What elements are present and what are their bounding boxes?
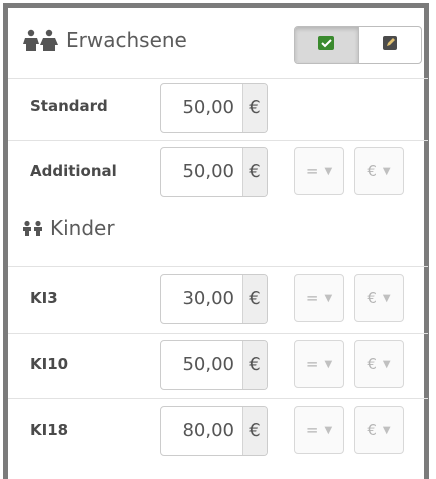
chevron-down-icon: ▼ xyxy=(324,292,333,304)
row-label-ki3: KI3 xyxy=(30,289,58,307)
section-title-children: Kinder xyxy=(22,216,115,240)
chevron-down-icon: ▼ xyxy=(324,424,333,436)
operator-select[interactable]: = ▼ xyxy=(294,340,344,388)
price-ki10[interactable]: 50,00 € xyxy=(160,340,268,390)
divider xyxy=(8,78,428,79)
currency-addon: € xyxy=(242,275,267,323)
price-standard[interactable]: 50,00 € xyxy=(160,83,268,133)
price-ki18[interactable]: 80,00 € xyxy=(160,406,268,456)
chevron-down-icon: ▼ xyxy=(382,292,391,304)
currency-addon: € xyxy=(242,148,267,196)
chevron-down-icon: ▼ xyxy=(324,358,333,370)
unit-select[interactable]: € ▼ xyxy=(354,147,404,195)
row-label-additional: Additional xyxy=(30,162,117,180)
price-ki3[interactable]: 30,00 € xyxy=(160,274,268,324)
section-title-children-label: Kinder xyxy=(50,216,115,240)
section-title-adults: Erwachsene xyxy=(22,28,187,52)
mode-toggle[interactable] xyxy=(294,26,422,64)
price-input[interactable]: 80,00 xyxy=(161,407,242,455)
chevron-down-icon: ▼ xyxy=(382,165,391,177)
price-additional[interactable]: 50,00 € xyxy=(160,147,268,197)
chevron-down-icon: ▼ xyxy=(382,424,391,436)
currency-addon: € xyxy=(242,84,267,132)
unit-select[interactable]: € ▼ xyxy=(354,274,404,322)
divider xyxy=(8,266,428,267)
row-label-ki18: KI18 xyxy=(30,421,69,439)
adults-icon xyxy=(22,29,60,51)
currency-addon: € xyxy=(242,407,267,455)
operator-select[interactable]: = ▼ xyxy=(294,406,344,454)
price-input[interactable]: 50,00 xyxy=(161,84,242,132)
row-label-ki10: KI10 xyxy=(30,355,69,373)
divider xyxy=(8,140,428,141)
operator-select[interactable]: = ▼ xyxy=(294,147,344,195)
price-input[interactable]: 50,00 xyxy=(161,341,242,389)
checkbox-icon xyxy=(317,35,335,55)
price-input[interactable]: 50,00 xyxy=(161,148,242,196)
currency-addon: € xyxy=(242,341,267,389)
operator-select[interactable]: = ▼ xyxy=(294,274,344,322)
unit-select[interactable]: € ▼ xyxy=(354,406,404,454)
edit-icon xyxy=(382,35,398,55)
row-label-standard: Standard xyxy=(30,97,108,115)
price-input[interactable]: 30,00 xyxy=(161,275,242,323)
unit-select[interactable]: € ▼ xyxy=(354,340,404,388)
divider xyxy=(8,398,428,399)
divider xyxy=(8,333,428,334)
children-icon xyxy=(22,220,44,236)
toggle-checkbox[interactable] xyxy=(295,27,359,63)
toggle-edit[interactable] xyxy=(359,27,422,63)
chevron-down-icon: ▼ xyxy=(324,165,333,177)
section-title-adults-label: Erwachsene xyxy=(66,28,187,52)
chevron-down-icon: ▼ xyxy=(382,358,391,370)
